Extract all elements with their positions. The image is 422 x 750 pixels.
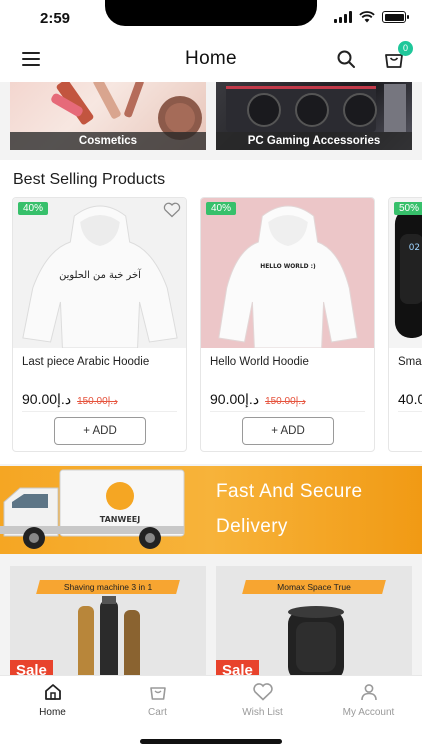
home-icon <box>44 684 61 700</box>
status-icons <box>334 11 409 23</box>
cart-icon <box>149 687 166 700</box>
battery-icon <box>382 11 409 23</box>
divider <box>398 411 422 412</box>
product-card[interactable]: HELLO WORLD :) 40% Hello World Hoodie 90… <box>200 197 375 452</box>
user-icon <box>360 684 377 701</box>
tab-label: Home <box>39 707 66 718</box>
divider <box>210 411 365 412</box>
category-label: PC Gaming Accessories <box>216 132 412 150</box>
page-title: Home <box>185 48 237 69</box>
original-price: 150.00د.إ <box>77 396 118 407</box>
product-name[interactable]: Hello World Hoodie <box>210 355 368 369</box>
banner-line-2: Delivery <box>216 516 288 537</box>
smartwatch-image: 02 <box>389 198 422 348</box>
status-time: 2:59 <box>40 10 71 27</box>
price-row: 40.0 <box>398 391 422 407</box>
delivery-banner[interactable]: TANWEEJ Fast And Secure Delivery <box>0 466 422 554</box>
tab-home[interactable]: Home <box>0 682 105 718</box>
product-name[interactable]: Last piece Arabic Hoodie <box>22 355 180 369</box>
heart-icon <box>252 683 273 701</box>
banner-line-1: Fast And Secure <box>216 481 363 502</box>
home-indicator <box>140 739 282 744</box>
add-to-cart-button[interactable]: + ADD <box>242 417 334 445</box>
wifi-icon <box>359 11 375 23</box>
home-content[interactable]: Cosmetics PC Gaming Accessories Best Sel… <box>0 82 422 675</box>
tab-label: My Account <box>342 707 395 718</box>
hoodie-image: آخر خبة من الحلوين <box>13 198 186 348</box>
hoodie-image: HELLO WORLD :) <box>201 198 374 348</box>
hoodie-print-text: HELLO WORLD :) <box>260 263 316 270</box>
hoodie-print-text: آخر خبة من الحلوين <box>59 268 142 281</box>
promo-title: Shaving machine 3 in 1 <box>63 582 153 592</box>
search-icon[interactable] <box>336 49 356 69</box>
divider <box>22 411 177 412</box>
app-header: Home 0 <box>0 36 422 82</box>
promo-card-shaving[interactable]: Shaving machine 3 in 1 Sale <box>10 566 206 675</box>
category-card-pc-gaming[interactable]: PC Gaming Accessories <box>216 82 412 150</box>
product-card[interactable]: 02 50% Sma... 4 40.0 <box>388 197 422 452</box>
discount-badge: 40% <box>206 202 237 215</box>
cellular-signal-icon <box>334 11 352 23</box>
category-card-cosmetics[interactable]: Cosmetics <box>10 82 206 150</box>
discount-badge: 50% <box>394 202 422 215</box>
tab-cart[interactable]: Cart <box>105 682 210 718</box>
promo-title: Momax Space True <box>277 582 351 592</box>
device-notch <box>105 0 317 26</box>
product-card[interactable]: آخر خبة من الحلوين 40% Last piece Arabic… <box>12 197 187 452</box>
price-row: 90.00د.إ 150.00د.إ <box>210 391 306 408</box>
tab-my-account[interactable]: My Account <box>316 682 421 718</box>
product-price: 40.0 <box>398 391 422 407</box>
sale-tag: Sale <box>216 660 259 675</box>
section-title: Best Selling Products <box>13 171 166 188</box>
product-price: 90.00د.إ <box>22 391 72 407</box>
original-price: 150.00د.إ <box>265 396 306 407</box>
svg-text:02: 02 <box>409 243 420 253</box>
best-selling-section: Best Selling Products آخر خبة من الحلوين… <box>0 160 422 464</box>
promo-card-momax[interactable]: Momax Space True Sale <box>216 566 412 675</box>
discount-badge: 40% <box>18 202 49 215</box>
add-to-cart-button[interactable]: + ADD <box>54 417 146 445</box>
status-bar: 2:59 <box>0 0 422 36</box>
tab-label: Cart <box>148 707 167 718</box>
tab-wish-list[interactable]: Wish List <box>210 682 315 718</box>
brand-logo-text: TANWEEJ <box>100 515 140 524</box>
price-row: 90.00د.إ 150.00د.إ <box>22 391 118 408</box>
tab-label: Wish List <box>242 707 283 718</box>
sale-tag: Sale <box>10 660 53 675</box>
heart-icon[interactable] <box>163 202 181 218</box>
product-name[interactable]: Sma... 4 <box>398 355 422 369</box>
delivery-truck-image: TANWEEJ <box>0 469 185 549</box>
category-label: Cosmetics <box>10 132 206 150</box>
cart-count-badge: 0 <box>398 41 413 56</box>
product-price: 90.00د.إ <box>210 391 260 407</box>
